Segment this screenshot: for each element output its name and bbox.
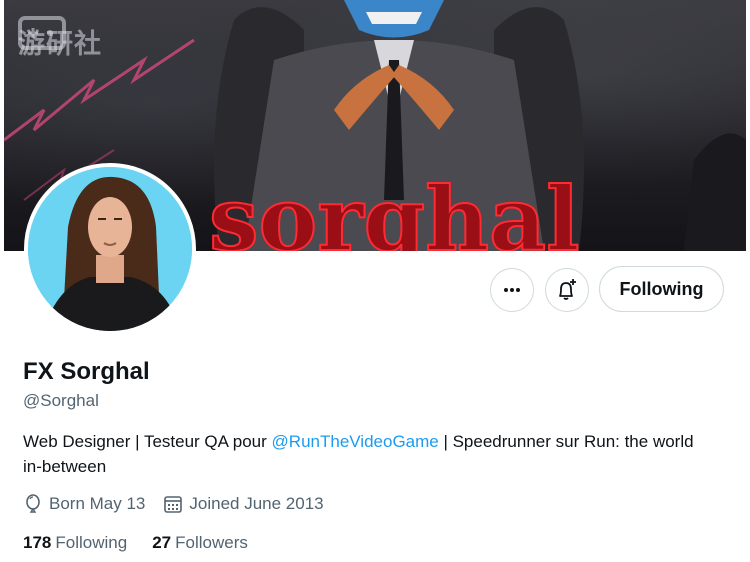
birthday-item: Born May 13	[23, 494, 145, 514]
svg-text:sorghal: sorghal	[209, 167, 580, 251]
followers-count-link[interactable]: 27 Followers	[152, 533, 248, 553]
calendar-icon	[164, 496, 183, 513]
joined-text: Joined June 2013	[189, 494, 324, 513]
following-count-link[interactable]: 178 Following	[23, 533, 127, 553]
notifications-button[interactable]	[545, 268, 589, 312]
user-handle: @Sorghal	[23, 391, 99, 410]
bio: Web Designer | Testeur QA pour @RunTheVi…	[23, 429, 713, 479]
bell-plus-icon	[559, 279, 576, 300]
following-button[interactable]: Following	[599, 266, 724, 312]
more-dots-icon	[504, 288, 520, 292]
followers-label: Followers	[175, 533, 248, 552]
following-count: 178	[23, 533, 52, 552]
followers-count: 27	[152, 533, 172, 552]
bio-text-prefix: Web Designer | Testeur QA pour	[23, 432, 272, 451]
more-button[interactable]	[490, 268, 534, 312]
profile-meta: Born May 13 Joined June 2013	[23, 494, 342, 514]
site-watermark: 游研社	[18, 12, 158, 70]
follow-counts: 178 Following 27 Followers	[23, 533, 273, 553]
balloon-icon	[26, 494, 40, 513]
bio-mention-link[interactable]: @RunTheVideoGame	[272, 432, 439, 451]
following-label: Following	[55, 533, 128, 552]
gamepad-icon	[18, 16, 66, 50]
avatar-photo	[28, 167, 192, 331]
display-name: FX Sorghal	[23, 358, 150, 385]
joined-item: Joined June 2013	[163, 494, 324, 514]
avatar[interactable]	[24, 163, 196, 335]
birthday-text: Born May 13	[49, 494, 146, 513]
